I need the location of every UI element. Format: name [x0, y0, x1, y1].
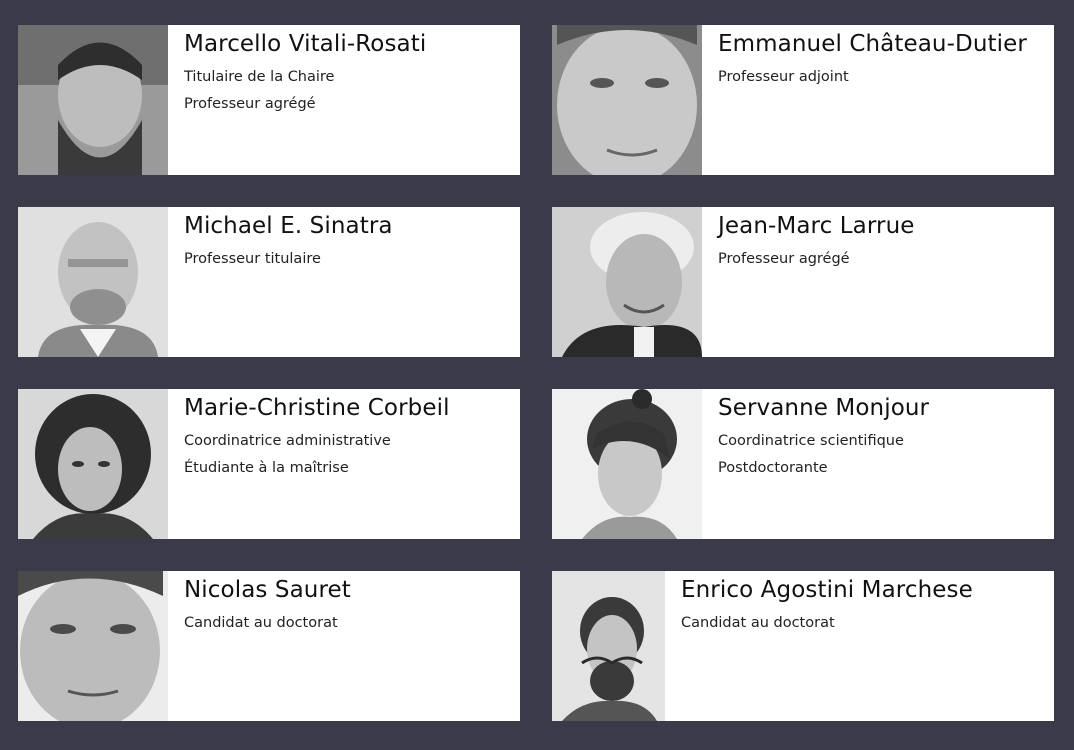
portrait-photo [552, 25, 702, 175]
person-role: Coordinatrice administrative [184, 433, 391, 449]
person-card[interactable]: Marie-Christine Corbeil Coordinatrice ad… [18, 389, 520, 539]
person-role: Coordinatrice scientifique [718, 433, 904, 449]
person-name[interactable]: Marie-Christine Corbeil [184, 395, 450, 421]
person-role: Postdoctorante [718, 460, 828, 476]
person-card[interactable]: Servanne Monjour Coordinatrice scientifi… [552, 389, 1054, 539]
portrait-photo [552, 207, 702, 357]
person-name[interactable]: Jean-Marc Larrue [718, 213, 915, 239]
person-role: Professeur agrégé [184, 96, 316, 112]
person-card[interactable]: Jean-Marc Larrue Professeur agrégé [552, 207, 1054, 357]
person-name[interactable]: Michael E. Sinatra [184, 213, 393, 239]
portrait-photo [18, 25, 168, 175]
person-card[interactable]: Nicolas Sauret Candidat au doctorat [18, 571, 520, 721]
person-card[interactable]: Emmanuel Château-Dutier Professeur adjoi… [552, 25, 1054, 175]
person-name[interactable]: Nicolas Sauret [184, 577, 351, 603]
portrait-photo [552, 571, 665, 721]
portrait-photo [18, 389, 168, 539]
person-card[interactable]: Marcello Vitali-Rosati Titulaire de la C… [18, 25, 520, 175]
person-role: Titulaire de la Chaire [184, 69, 335, 85]
team-grid: Marcello Vitali-Rosati Titulaire de la C… [0, 0, 1074, 750]
person-role: Candidat au doctorat [681, 615, 835, 631]
person-role: Professeur agrégé [718, 251, 850, 267]
person-card[interactable]: Michael E. Sinatra Professeur titulaire [18, 207, 520, 357]
person-name[interactable]: Servanne Monjour [718, 395, 929, 421]
person-name[interactable]: Emmanuel Château-Dutier [718, 31, 1027, 57]
portrait-photo [18, 571, 168, 721]
person-role: Étudiante à la maîtrise [184, 460, 349, 476]
person-name[interactable]: Enrico Agostini Marchese [681, 577, 973, 603]
portrait-photo [552, 389, 702, 539]
person-role: Professeur titulaire [184, 251, 321, 267]
person-name[interactable]: Marcello Vitali-Rosati [184, 31, 426, 57]
portrait-photo [18, 207, 168, 357]
person-role: Candidat au doctorat [184, 615, 338, 631]
person-card[interactable]: Enrico Agostini Marchese Candidat au doc… [552, 571, 1054, 721]
person-role: Professeur adjoint [718, 69, 849, 85]
